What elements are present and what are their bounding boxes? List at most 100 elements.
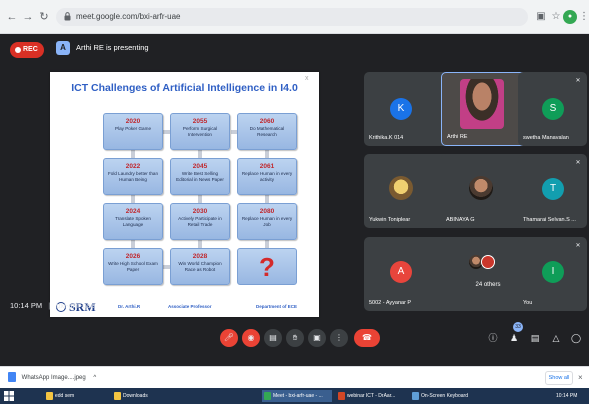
- participant-tile[interactable]: ✕ S swetha Manavalan: [518, 72, 587, 146]
- card-year: 2020: [125, 118, 141, 125]
- presentation-slide: ICT Challenges of Artificial Intelligenc…: [50, 72, 319, 317]
- mic-off-icon: ✕: [575, 160, 581, 166]
- avatar: A: [390, 261, 412, 283]
- card-text: Perform Surgical Intervention: [182, 126, 218, 137]
- card-year: 2080: [259, 208, 275, 215]
- timeline-card: 2045 Write Best Selling Editorial in New…: [170, 158, 230, 195]
- chevron-up-icon[interactable]: ^: [93, 375, 96, 381]
- connector: [265, 150, 269, 158]
- footer-dept: Department of ECE: [256, 304, 298, 309]
- address-bar[interactable]: meet.google.com/bxi-arfr-uae: [56, 8, 528, 26]
- keyboard-icon: [412, 392, 419, 400]
- close-icon[interactable]: ×: [578, 371, 583, 385]
- card-text: Play Poker Game: [115, 126, 151, 131]
- windows-start-icon[interactable]: [4, 391, 14, 401]
- extension-icon[interactable]: ▣: [534, 10, 548, 24]
- taskbar-label: edd sem: [55, 393, 75, 399]
- taskbar-label: webinar ICT - DrAar...: [347, 393, 396, 399]
- recording-badge: REC: [10, 42, 44, 58]
- taskbar-item[interactable]: webinar ICT - DrAar...: [336, 390, 406, 402]
- presenter-avatar: A: [56, 41, 70, 55]
- timeline-card: 2024 Translate Spoken Language: [103, 203, 163, 240]
- card-text: Win World Champion Race as Robot: [178, 261, 222, 272]
- connector: [131, 240, 135, 248]
- connector: [131, 150, 135, 158]
- footer-role: Associate Professor: [168, 304, 212, 309]
- card-text: Replace Human in every Job: [241, 216, 293, 227]
- connector: [265, 240, 269, 248]
- participant-name: You: [523, 300, 533, 306]
- powerpoint-icon: [338, 392, 345, 400]
- taskbar-label: Meet - bxi-arfr-uae - ...: [273, 393, 323, 399]
- timeline-card: 2061 Replace Human in every activity: [237, 158, 297, 195]
- end-call-button[interactable]: ☎︎: [354, 329, 380, 347]
- card-year: 2026: [125, 253, 141, 260]
- people-icon[interactable]: ♟: [508, 332, 520, 344]
- avatar: S: [542, 98, 564, 120]
- timeline-card: 2060 Do Mathematical Research: [237, 113, 297, 150]
- taskbar-label: Downloads: [123, 393, 148, 399]
- taskbar-item[interactable]: Downloads: [112, 390, 178, 402]
- avatar: I: [542, 261, 564, 283]
- camera-toggle-button[interactable]: ◉: [242, 329, 260, 347]
- card-text: Translate Spoken Language: [115, 216, 151, 227]
- forward-icon[interactable]: →: [22, 11, 34, 23]
- raise-hand-button[interactable]: ✋︎: [286, 329, 304, 347]
- timeline-card: 2026 Write High School Exam Paper: [103, 248, 163, 285]
- show-all-button[interactable]: Show all: [545, 371, 573, 385]
- activities-icon[interactable]: △: [550, 332, 562, 344]
- present-button[interactable]: ▣: [308, 329, 326, 347]
- card-year: 2030: [192, 208, 208, 215]
- card-year: 2055: [192, 118, 208, 125]
- more-options-button[interactable]: ⋮: [330, 329, 348, 347]
- system-clock: 10:14 PM: [556, 393, 578, 399]
- self-tile[interactable]: ✕ I You: [518, 237, 587, 311]
- timeline-card: 2030 Actively Participate in Retail Trad…: [170, 203, 230, 240]
- timeline-card: 2055 Perform Surgical Intervention: [170, 113, 230, 150]
- meeting-details: 10:14 PM | bxi-arfr-uae: [10, 300, 95, 312]
- back-icon[interactable]: ←: [6, 11, 18, 23]
- chrome-icon: [264, 392, 271, 400]
- participant-count-badge: 33: [513, 322, 523, 332]
- record-dot-icon: [15, 47, 21, 53]
- connector: [131, 195, 135, 203]
- participant-name: Krithika.K 014: [369, 135, 404, 141]
- taskbar-label: On-Screen Keyboard: [421, 393, 468, 399]
- image-file-icon: [8, 372, 16, 383]
- avatar: T: [542, 178, 564, 200]
- presenting-text: Arthi RE is presenting: [76, 43, 149, 52]
- card-year: 2024: [125, 208, 141, 215]
- timeline-card: 2080 Replace Human in every Job: [237, 203, 297, 240]
- download-filename: WhatsApp Image....jpeg: [21, 375, 86, 381]
- url-text: meet.google.com/bxi-arfr-uae: [76, 12, 181, 21]
- download-item[interactable]: WhatsApp Image....jpeg ^: [8, 371, 96, 385]
- folder-icon: [114, 392, 121, 400]
- participant-tile[interactable]: ✕ T Thamarai Selvan.S ...: [518, 154, 587, 228]
- windows-taskbar: edd sem Downloads Meet - bxi-arfr-uae - …: [0, 388, 589, 404]
- connector: [198, 195, 202, 203]
- star-icon[interactable]: ☆: [549, 10, 563, 24]
- slide-close-mark: x: [305, 75, 309, 82]
- card-text: Fold Laundry better than Human Being: [107, 171, 159, 182]
- menu-icon[interactable]: ⋮: [577, 10, 589, 24]
- card-text: Actively Participate in Retail Trade: [178, 216, 222, 227]
- card-text: Replace Human in every activity: [241, 171, 293, 182]
- participant-photo: [481, 255, 495, 269]
- card-year: 2061: [259, 163, 275, 170]
- taskbar-item[interactable]: edd sem: [44, 390, 104, 402]
- chat-icon[interactable]: ▤: [529, 332, 541, 344]
- taskbar-item[interactable]: On-Screen Keyboard: [410, 390, 472, 402]
- footer-name: Dr. Arthi.R: [118, 304, 141, 309]
- profile-icon[interactable]: ●: [563, 10, 577, 24]
- participant-name: ABINAYA G: [446, 217, 475, 223]
- taskbar-item[interactable]: Meet - bxi-arfr-uae - ...: [262, 390, 332, 402]
- timeline-card: 2028 Win World Champion Race as Robot: [170, 248, 230, 285]
- reload-icon[interactable]: ↻: [38, 11, 50, 23]
- timeline-card: 2020 Play Poker Game: [103, 113, 163, 150]
- mic-off-icon: ✕: [575, 78, 581, 84]
- participant-photo: [469, 176, 493, 200]
- host-controls-icon[interactable]: ◯: [570, 332, 582, 344]
- mic-toggle-button[interactable]: 🎤︎: [220, 329, 238, 347]
- info-icon[interactable]: ⓘ: [487, 332, 499, 344]
- captions-button[interactable]: ▤: [264, 329, 282, 347]
